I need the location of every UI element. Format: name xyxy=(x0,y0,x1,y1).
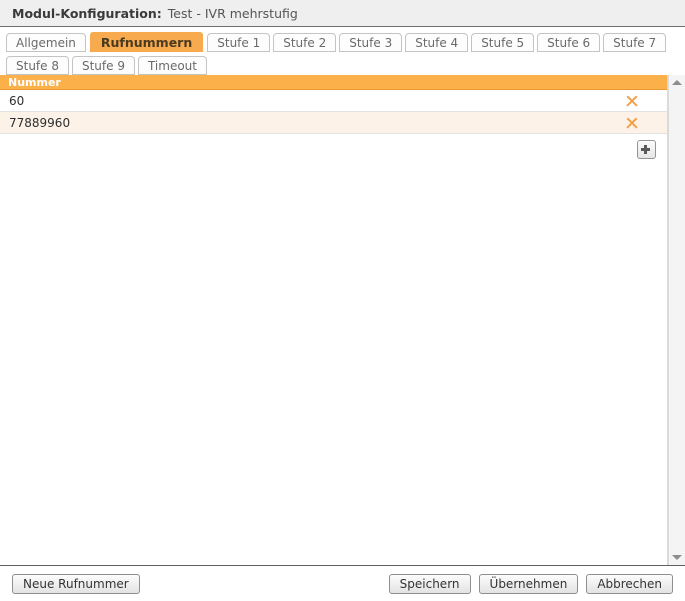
vertical-scrollbar[interactable] xyxy=(668,75,685,565)
new-number-button[interactable]: Neue Rufnummer xyxy=(12,573,140,594)
grid-column-header-nummer: Nummer xyxy=(0,75,667,90)
tab-stufe-7[interactable]: Stufe 7 xyxy=(603,33,667,52)
tab-allgemein[interactable]: Allgemein xyxy=(6,33,86,52)
save-button[interactable]: Speichern xyxy=(388,573,471,594)
apply-button[interactable]: Übernehmen xyxy=(478,573,579,594)
cancel-button[interactable]: Abbrechen xyxy=(586,573,673,594)
tab-stufe-8[interactable]: Stufe 8 xyxy=(6,56,69,75)
close-x-icon[interactable] xyxy=(625,116,639,130)
arrow-down-icon[interactable] xyxy=(672,555,682,560)
tab-stufe-6[interactable]: Stufe 6 xyxy=(537,33,601,52)
page-title-value: Test - IVR mehrstufig xyxy=(167,5,298,21)
content-panel: Nummer 60 77889960 xyxy=(0,75,685,565)
tab-rufnummern[interactable]: Rufnummern xyxy=(88,31,205,52)
tab-stufe-4[interactable]: Stufe 4 xyxy=(405,33,469,52)
close-x-icon[interactable] xyxy=(625,94,639,108)
tab-stufe-3[interactable]: Stufe 3 xyxy=(339,33,403,52)
tab-row-2: Stufe 8 Stufe 9 Timeout xyxy=(6,54,685,75)
numbers-grid: Nummer 60 77889960 xyxy=(0,75,668,565)
tab-stufe-5[interactable]: Stufe 5 xyxy=(471,33,535,52)
page-title-label: Modul-Konfiguration: xyxy=(12,5,162,21)
grid-body: 60 77889960 xyxy=(0,90,667,565)
plus-icon[interactable] xyxy=(637,140,656,159)
tab-stufe-2[interactable]: Stufe 2 xyxy=(273,33,337,52)
arrow-up-icon[interactable] xyxy=(672,80,682,85)
table-row[interactable]: 60 xyxy=(0,90,667,112)
cell-nummer: 77889960 xyxy=(9,115,71,130)
tab-stufe-1[interactable]: Stufe 1 xyxy=(207,33,271,52)
tab-stufe-9[interactable]: Stufe 9 xyxy=(71,56,135,75)
tab-row-1: Allgemein Rufnummern Stufe 1 Stufe 2 Stu… xyxy=(6,31,685,52)
table-row[interactable]: 77889960 xyxy=(0,112,667,134)
tab-timeout[interactable]: Timeout xyxy=(137,56,207,75)
tab-strip: Allgemein Rufnummern Stufe 1 Stufe 2 Stu… xyxy=(0,27,685,75)
cell-nummer: 60 xyxy=(9,93,25,108)
window-titlebar: Modul-Konfiguration: Test - IVR mehrstuf… xyxy=(0,0,685,27)
add-row-strip xyxy=(0,134,667,160)
footer-bar: Neue Rufnummer Speichern Übernehmen Abbr… xyxy=(0,565,685,601)
